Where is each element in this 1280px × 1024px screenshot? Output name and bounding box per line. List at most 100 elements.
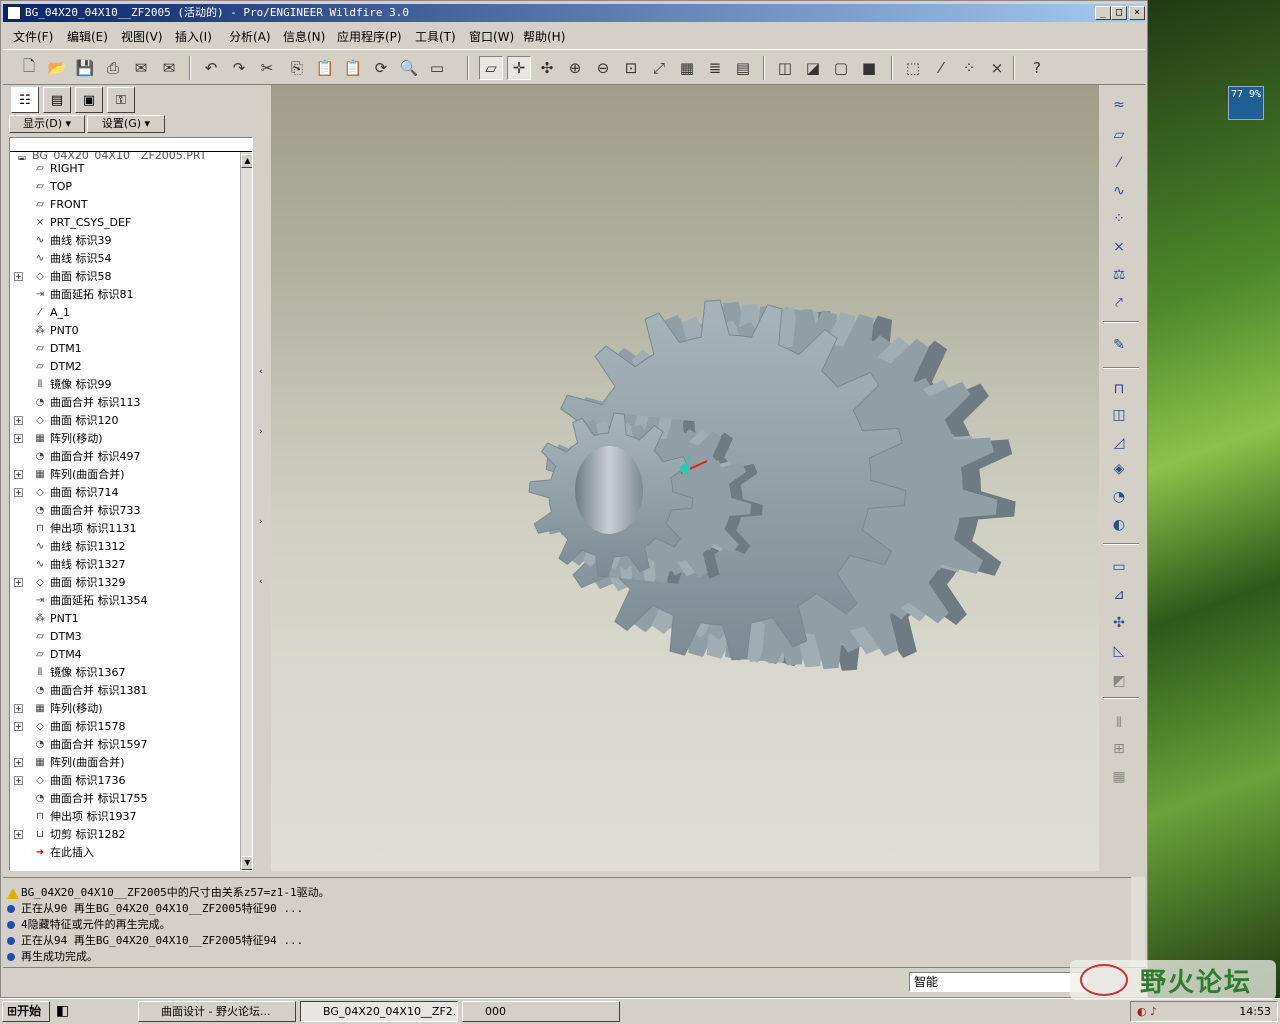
paste-special-icon[interactable]: 📋	[341, 56, 365, 80]
tree-item[interactable]: ➜ 在此插入	[10, 844, 238, 862]
connections-tab[interactable]: ⚿	[107, 87, 135, 113]
task-folder[interactable]: 000	[462, 1001, 620, 1022]
tree-item[interactable]: ▱ RIGHT	[10, 160, 238, 178]
datum-axes-icon[interactable]: ⁄	[929, 56, 953, 80]
tree-item[interactable]: ⁄ A_1	[10, 304, 238, 322]
tree-item[interactable]: + ◇ 曲面 标识120	[10, 412, 238, 430]
datum-curve-tool-icon[interactable]: ∿	[1105, 179, 1133, 203]
tree-item[interactable]: + ◇ 曲面 标识58	[10, 268, 238, 286]
blend-tool-icon[interactable]: ◈	[1105, 457, 1133, 481]
tree-item[interactable]: ▱ DTM1	[10, 340, 238, 358]
find-icon[interactable]: 🔍	[397, 56, 421, 80]
trim-tool-icon[interactable]: ▦	[1105, 765, 1133, 789]
sash-expand-icon-2[interactable]: ›	[259, 517, 263, 527]
tree-item[interactable]: ◔ 曲面合并 标识1381	[10, 682, 238, 700]
menu-insert[interactable]: 插入(I)	[175, 28, 212, 45]
email-icon[interactable]: ✉	[129, 56, 153, 80]
expand-toggle-icon[interactable]: +	[14, 776, 23, 785]
zoom-in-icon[interactable]: ⊕	[563, 56, 587, 80]
shading-icon[interactable]: ■	[857, 56, 881, 80]
message-scrollbar[interactable]	[1131, 877, 1145, 967]
selection-filter[interactable]: 智能	[909, 972, 1087, 992]
saved-views-icon[interactable]: ▦	[675, 56, 699, 80]
tree-root[interactable]: ▣BG_04X20_04X10__ZF2005.PRT	[10, 152, 238, 160]
sash-collapse-icon-2[interactable]: ‹	[259, 577, 263, 587]
tree-item[interactable]: ◔ 曲面合并 标识1597	[10, 736, 238, 754]
coord-systems-icon[interactable]: ⨯	[985, 56, 1009, 80]
tree-item[interactable]: ⊓ 伸出项 标识1937	[10, 808, 238, 826]
expand-toggle-icon[interactable]: +	[14, 416, 23, 425]
view-manager-icon[interactable]: ▤	[731, 56, 755, 80]
variable-sweep-icon[interactable]: ◿	[1105, 431, 1133, 455]
tree-item[interactable]: ⫴ 镜像 标识99	[10, 376, 238, 394]
merge-tool-icon[interactable]: ⊞	[1105, 737, 1133, 761]
tree-item[interactable]: + ▦ 阵列(移动)	[10, 700, 238, 718]
tree-item[interactable]: ∿ 曲线 标识54	[10, 250, 238, 268]
tree-item[interactable]: ⁂ PNT1	[10, 610, 238, 628]
expand-toggle-icon[interactable]: +	[14, 758, 23, 767]
select-window-icon[interactable]: ▭	[425, 56, 449, 80]
show-dropdown[interactable]: 显示(D) ▾	[9, 115, 85, 133]
expand-toggle-icon[interactable]: +	[14, 470, 23, 479]
tree-item[interactable]: ▱ DTM3	[10, 628, 238, 646]
close-button[interactable]: ×	[1129, 6, 1145, 20]
spin-center-icon[interactable]: ✛	[507, 56, 531, 80]
tree-item[interactable]: ⨯ PRT_CSYS_DEF	[10, 214, 238, 232]
paste-icon[interactable]: 📋	[313, 56, 337, 80]
menu-analysis[interactable]: 分析(A)	[229, 28, 271, 45]
folder-browser-tab[interactable]: ▤	[43, 87, 71, 113]
tree-item[interactable]: ▱ FRONT	[10, 196, 238, 214]
tree-item[interactable]: ▱ TOP	[10, 178, 238, 196]
csys-tool-icon[interactable]: ⨯	[1105, 235, 1133, 259]
desktop-widget[interactable]: 77 9%	[1228, 86, 1264, 120]
scroll-up-arrow[interactable]: ▲	[241, 154, 252, 168]
round-tool-icon[interactable]: ✣	[1105, 611, 1133, 635]
menu-window[interactable]: 窗口(W)	[469, 28, 514, 45]
tree-item[interactable]: ∿ 曲线 标识1312	[10, 538, 238, 556]
reorient-icon[interactable]: ⤢	[647, 56, 671, 80]
tree-item[interactable]: + ▦ 阵列(移动)	[10, 430, 238, 448]
menu-info[interactable]: 信息(N)	[283, 28, 325, 45]
model-tree-tab[interactable]: ☷	[11, 87, 39, 113]
expand-toggle-icon[interactable]: +	[14, 578, 23, 587]
redo-icon[interactable]: ↷	[227, 56, 251, 80]
menu-applications[interactable]: 应用程序(P)	[337, 28, 402, 45]
copy-icon[interactable]: ⎘	[285, 56, 309, 80]
expand-toggle-icon[interactable]: +	[14, 488, 23, 497]
panel-sash[interactable]: ‹ › › ‹	[257, 87, 269, 871]
tree-item[interactable]: + ◇ 曲面 标识1736	[10, 772, 238, 790]
tree-item[interactable]: ◔ 曲面合并 标识497	[10, 448, 238, 466]
orient-mode-icon[interactable]: ✣	[535, 56, 559, 80]
menu-file[interactable]: 文件(F)	[13, 28, 53, 45]
tree-item[interactable]: ⊓ 伸出项 标识1131	[10, 520, 238, 538]
chamfer-tool-icon[interactable]: ◺	[1105, 639, 1133, 663]
tree-item[interactable]: + ◇ 曲面 标识1578	[10, 718, 238, 736]
tree-item[interactable]: + ◇ 曲面 标识714	[10, 484, 238, 502]
open-icon[interactable]: 📂	[45, 56, 69, 80]
quicklaunch-icon[interactable]: ◧	[56, 1003, 69, 1019]
sketch-tool-icon[interactable]: ✎	[1105, 333, 1133, 357]
menu-tools[interactable]: 工具(T)	[415, 28, 456, 45]
tree-item[interactable]: ◔ 曲面合并 标识733	[10, 502, 238, 520]
tree-item[interactable]: ⇥ 曲面延拓 标识81	[10, 286, 238, 304]
graphics-window[interactable]	[271, 85, 1099, 871]
print-icon[interactable]: ⎙	[101, 56, 125, 80]
regenerate-icon[interactable]: ⟳	[369, 56, 393, 80]
tree-item[interactable]: ◔ 曲面合并 标识113	[10, 394, 238, 412]
menu-view[interactable]: 视图(V)	[121, 28, 163, 45]
tree-item[interactable]: ▱ DTM4	[10, 646, 238, 664]
draft-tool-icon[interactable]: ⊿	[1105, 583, 1133, 607]
scroll-down-arrow[interactable]: ▼	[241, 856, 252, 870]
menu-edit[interactable]: 编辑(E)	[67, 28, 108, 45]
shell-tool-icon[interactable]: ◐	[1105, 513, 1133, 537]
expand-toggle-icon[interactable]: +	[14, 704, 23, 713]
expand-toggle-icon[interactable]: +	[14, 830, 23, 839]
datum-point-tool-icon[interactable]: ⁘	[1105, 207, 1133, 231]
tree-item[interactable]: + ▦ 阵列(曲面合并)	[10, 466, 238, 484]
revolve-tool-icon[interactable]: ◫	[1105, 403, 1133, 427]
edit-pattern-icon[interactable]: ◩	[1105, 669, 1133, 693]
rib-tool-icon[interactable]: ▭	[1105, 555, 1133, 579]
sash-expand-icon[interactable]: ›	[259, 427, 263, 437]
mirror-tool-icon[interactable]: ⫴	[1105, 711, 1133, 735]
datum-plane-tool-icon[interactable]: ▱	[1105, 123, 1133, 147]
